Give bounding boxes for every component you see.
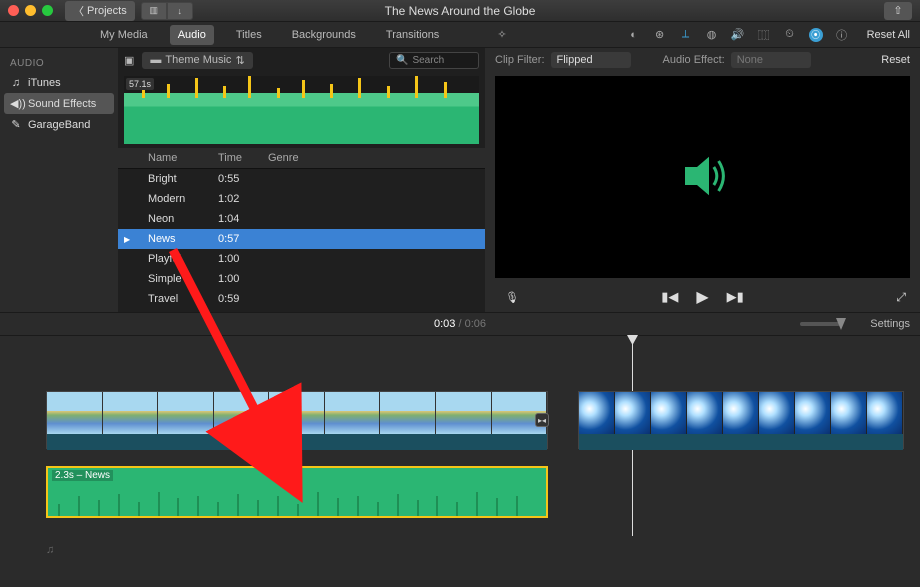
col-header-genre[interactable]: Genre (262, 148, 485, 168)
col-header-name[interactable]: Name (142, 148, 212, 168)
video-clip-1[interactable]: ▸◂ (46, 391, 548, 449)
timecode-current: 0:03 (434, 318, 455, 330)
audio-clip-label: 2.3s – News (52, 470, 113, 481)
table-row[interactable]: Simple1:00 (118, 269, 485, 289)
play-button[interactable]: ▶ (696, 287, 708, 307)
volume-icon[interactable]: 🔊 (731, 28, 745, 42)
zoom-slider[interactable] (800, 322, 840, 326)
share-button[interactable]: ⇧ (884, 2, 912, 20)
transition-handle-icon[interactable]: ▸◂ (535, 413, 549, 427)
share-icon: ⇧ (893, 4, 902, 17)
speaker-playing-icon (673, 146, 733, 209)
equalizer-icon[interactable]: ⿲ (757, 28, 771, 42)
sidebar-item-label: GarageBand (28, 119, 90, 131)
zoom-window-button[interactable] (42, 5, 53, 16)
info-icon[interactable]: ⓘ (835, 28, 849, 42)
voiceover-mic-icon[interactable]: 🎙 (505, 291, 519, 304)
speaker-icon: ◀)) (10, 97, 22, 110)
clip-filter-value[interactable]: Flipped (551, 52, 631, 68)
guitar-icon: ✎ (10, 118, 22, 131)
folder-label: Theme Music (165, 54, 231, 66)
audio-effect-value[interactable]: None (731, 52, 811, 68)
clip-filter-icon[interactable]: ⦿ (809, 28, 823, 42)
table-row[interactable]: Modern1:02 (118, 189, 485, 209)
audio-clip-news[interactable]: 2.3s – News (46, 466, 548, 518)
audio-sidebar: AUDIO ♫ iTunes ◀)) Sound Effects ✎ Garag… (0, 48, 118, 312)
layout-toggle-right[interactable]: ↓ (167, 2, 193, 20)
table-row[interactable]: Playful1:00 (118, 249, 485, 269)
table-row[interactable]: Neon1:04 (118, 209, 485, 229)
folder-popup[interactable]: ▬ Theme Music ⇅ (142, 52, 252, 69)
col-header-time[interactable]: Time (212, 148, 262, 168)
audio-effect-label: Audio Effect: (663, 54, 725, 66)
close-window-button[interactable] (8, 5, 19, 16)
reset-all-button[interactable]: Reset All (867, 29, 910, 41)
search-input[interactable]: 🔍 Search (389, 52, 479, 69)
timeline-settings-button[interactable]: Settings (870, 318, 910, 330)
folder-icon: ▬ (150, 54, 161, 66)
timeline[interactable]: ▸◂ 2.3s – News ♫ (0, 336, 920, 566)
waveform-preview[interactable]: 57.1s (124, 76, 479, 144)
prev-button[interactable]: ▮◀ (661, 289, 678, 305)
back-label: Projects (87, 5, 127, 17)
sidebar-item-label: Sound Effects (28, 98, 96, 110)
preview-duration-badge: 57.1s (126, 78, 154, 90)
tab-my-media[interactable]: My Media (92, 25, 156, 45)
projects-back-button[interactable]: 〈 Projects (65, 1, 135, 21)
color-wheel-icon[interactable]: ⊛ (653, 28, 667, 42)
preview-viewer (495, 76, 910, 278)
tab-titles[interactable]: Titles (228, 25, 270, 45)
search-icon: 🔍 (396, 55, 408, 66)
color-balance-icon[interactable]: ◐ (627, 28, 641, 42)
reset-button[interactable]: Reset (881, 54, 910, 66)
tab-transitions[interactable]: Transitions (378, 25, 447, 45)
music-note-icon: ♫ (10, 77, 22, 89)
sidebar-item-label: iTunes (28, 77, 61, 89)
speed-icon[interactable]: ⏲ (783, 28, 797, 42)
search-placeholder: Search (412, 55, 444, 66)
layout-toggle-left[interactable]: ▥ (141, 2, 167, 20)
media-tabs: My Media Audio Titles Backgrounds Transi… (0, 22, 485, 48)
tab-backgrounds[interactable]: Backgrounds (284, 25, 364, 45)
magic-wand-icon[interactable]: ✧ (495, 28, 509, 42)
fullscreen-icon[interactable]: ⤢ (896, 290, 906, 305)
window-title: The News Around the Globe (385, 4, 536, 18)
tab-audio[interactable]: Audio (170, 25, 214, 45)
sidebar-item-garageband[interactable]: ✎ GarageBand (0, 114, 118, 135)
stabilize-icon[interactable]: ◍ (705, 28, 719, 42)
sidebar-header: AUDIO (0, 54, 118, 73)
sidebar-item-itunes[interactable]: ♫ iTunes (0, 73, 118, 93)
video-clip-2[interactable] (578, 391, 904, 449)
filmstrip-toggle-icon[interactable]: ▣ (124, 54, 134, 67)
crop-icon[interactable]: ⟂ (679, 28, 693, 42)
minimize-window-button[interactable] (25, 5, 36, 16)
music-well-icon[interactable]: ♫ (46, 544, 54, 556)
track-table: Name Time Genre Bright0:55 Modern1:02 Ne… (118, 148, 485, 312)
table-row[interactable]: Travel0:59 (118, 289, 485, 309)
clip-filter-label: Clip Filter: (495, 54, 545, 66)
chevron-updown-icon: ⇅ (235, 54, 244, 67)
table-row[interactable]: Bright0:55 (118, 169, 485, 189)
timecode-total: 0:06 (465, 318, 486, 330)
sidebar-item-sound-effects[interactable]: ◀)) Sound Effects (4, 93, 114, 114)
chevron-left-icon: 〈 (73, 3, 84, 19)
next-button[interactable]: ▶▮ (727, 289, 744, 305)
table-row[interactable]: News0:57 (118, 229, 485, 249)
